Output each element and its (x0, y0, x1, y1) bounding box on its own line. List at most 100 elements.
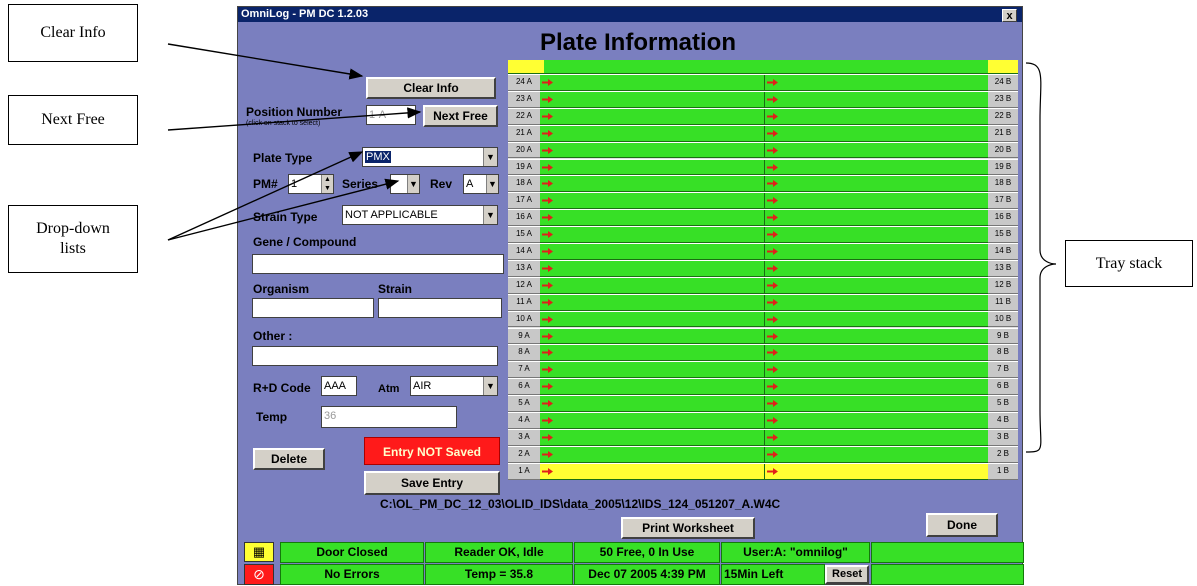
tray-label-right[interactable]: 7 B (988, 361, 1018, 379)
tray-label-right[interactable]: 9 B (988, 327, 1018, 345)
plate-slot-a[interactable] (540, 329, 764, 344)
tray-label-right[interactable]: 10 B (988, 310, 1018, 328)
strain-type-select[interactable]: NOT APPLICABLE ▼ (342, 205, 498, 225)
tray-label-left[interactable]: 4 A (508, 412, 540, 429)
temp-field[interactable]: 36 (321, 406, 457, 428)
tray-row[interactable] (540, 293, 988, 311)
reset-button[interactable]: Reset (825, 565, 869, 584)
tray-label-right[interactable]: 21 B (988, 124, 1018, 142)
plate-slot-b[interactable] (764, 345, 988, 361)
plate-slot-a[interactable] (540, 413, 764, 428)
tray-row[interactable] (540, 344, 988, 362)
tray-label-left[interactable]: 2 A (508, 445, 540, 463)
plate-slot-a[interactable] (540, 210, 764, 225)
plate-slot-b[interactable] (764, 108, 988, 124)
tray-label-left[interactable]: 6 A (508, 378, 540, 396)
tray-row[interactable] (540, 259, 988, 277)
tray-label-left[interactable]: 3 A (508, 428, 540, 446)
plate-slot-b[interactable] (764, 260, 988, 276)
tray-row[interactable] (540, 395, 988, 412)
tray-label-right[interactable]: 2 B (988, 445, 1018, 463)
plate-slot-a[interactable] (540, 126, 764, 141)
tray-label-right[interactable]: 12 B (988, 276, 1018, 294)
plate-slot-b[interactable] (764, 176, 988, 192)
tray-label-right[interactable]: 24 B (988, 74, 1018, 91)
tray-label-right[interactable]: 14 B (988, 243, 1018, 260)
tray-icon[interactable] (508, 60, 544, 73)
tray-row[interactable] (540, 310, 988, 328)
tray-label-left[interactable]: 10 A (508, 310, 540, 328)
plate-slot-b[interactable] (764, 227, 988, 242)
tray-row[interactable] (540, 226, 988, 243)
plate-slot-b[interactable] (764, 446, 988, 462)
tray-row[interactable] (540, 74, 988, 91)
next-free-button[interactable]: Next Free (423, 105, 498, 127)
gene-compound-field[interactable] (252, 254, 504, 274)
tray-label-left[interactable]: 8 A (508, 344, 540, 362)
tray-label-right[interactable]: 11 B (988, 293, 1018, 311)
tray-row[interactable] (540, 124, 988, 142)
tray-row[interactable] (540, 412, 988, 429)
plate-slot-a[interactable] (540, 143, 764, 158)
tray-label-right[interactable]: 4 B (988, 412, 1018, 429)
plate-slot-a[interactable] (540, 295, 764, 310)
plate-slot-a[interactable] (540, 312, 764, 327)
position-number-field[interactable]: 1-A (366, 105, 416, 125)
plate-slot-a[interactable] (540, 92, 764, 107)
clear-info-button[interactable]: Clear Info (366, 77, 496, 99)
tray-label-left[interactable]: 9 A (508, 327, 540, 345)
plate-slot-b[interactable] (764, 328, 988, 344)
tray-label-right[interactable]: 6 B (988, 378, 1018, 396)
plate-slot-a[interactable] (540, 362, 764, 377)
chevron-down-icon[interactable]: ▼ (483, 377, 497, 395)
tray-label-left[interactable]: 14 A (508, 243, 540, 260)
print-worksheet-button[interactable]: Print Worksheet (621, 517, 755, 539)
plate-slot-a[interactable] (540, 379, 764, 394)
chevron-down-icon[interactable]: ▼ (486, 175, 498, 193)
tray-row[interactable] (540, 158, 988, 176)
series-select[interactable]: ▼ (390, 174, 420, 194)
plate-slot-a[interactable] (540, 396, 764, 411)
tray-row[interactable] (540, 192, 988, 210)
tray-label-right[interactable]: 8 B (988, 344, 1018, 362)
tray-row[interactable] (540, 428, 988, 446)
tray-label-right[interactable]: 16 B (988, 209, 1018, 227)
tray-row[interactable] (540, 90, 988, 108)
plate-slot-a[interactable] (540, 227, 764, 242)
tray-label-left[interactable]: 11 A (508, 293, 540, 311)
tray-label-right[interactable]: 1 B (988, 462, 1018, 480)
plate-slot-b[interactable] (764, 396, 988, 411)
rev-select[interactable]: A ▼ (463, 174, 499, 194)
plate-slot-b[interactable] (764, 244, 988, 259)
tray-label-right[interactable]: 22 B (988, 107, 1018, 125)
tray-row[interactable] (540, 141, 988, 159)
tray-label-left[interactable]: 1 A (508, 462, 540, 480)
tray-row[interactable] (540, 209, 988, 227)
no-error-icon[interactable]: ⊘ (244, 564, 274, 585)
tray-label-right[interactable]: 20 B (988, 141, 1018, 159)
plate-slot-a[interactable] (540, 261, 764, 276)
done-button[interactable]: Done (926, 513, 998, 537)
tray-label-right[interactable]: 15 B (988, 226, 1018, 243)
plate-slot-b[interactable] (764, 463, 988, 479)
status-icon-tray[interactable]: ▦ (244, 542, 274, 562)
plate-slot-b[interactable] (764, 125, 988, 141)
plate-slot-b[interactable] (764, 311, 988, 327)
tray-label-left[interactable]: 23 A (508, 90, 540, 108)
tray-label-right[interactable]: 19 B (988, 158, 1018, 176)
plate-slot-b[interactable] (764, 75, 988, 90)
tray-label-right[interactable]: 3 B (988, 428, 1018, 446)
plate-slot-b[interactable] (764, 362, 988, 378)
plate-slot-a[interactable] (540, 244, 764, 259)
tray-label-left[interactable]: 13 A (508, 259, 540, 277)
pm-number-stepper[interactable]: 1 ▲ ▼ (288, 174, 334, 194)
tray-row[interactable] (540, 175, 988, 193)
plate-slot-a[interactable] (540, 109, 764, 124)
tray-label-left[interactable]: 7 A (508, 361, 540, 379)
plate-slot-b[interactable] (764, 277, 988, 293)
plate-slot-b[interactable] (764, 429, 988, 445)
plate-slot-b[interactable] (764, 379, 988, 395)
close-button[interactable]: x (1002, 9, 1017, 22)
tray-row[interactable] (540, 107, 988, 125)
tray-row[interactable] (540, 445, 988, 463)
